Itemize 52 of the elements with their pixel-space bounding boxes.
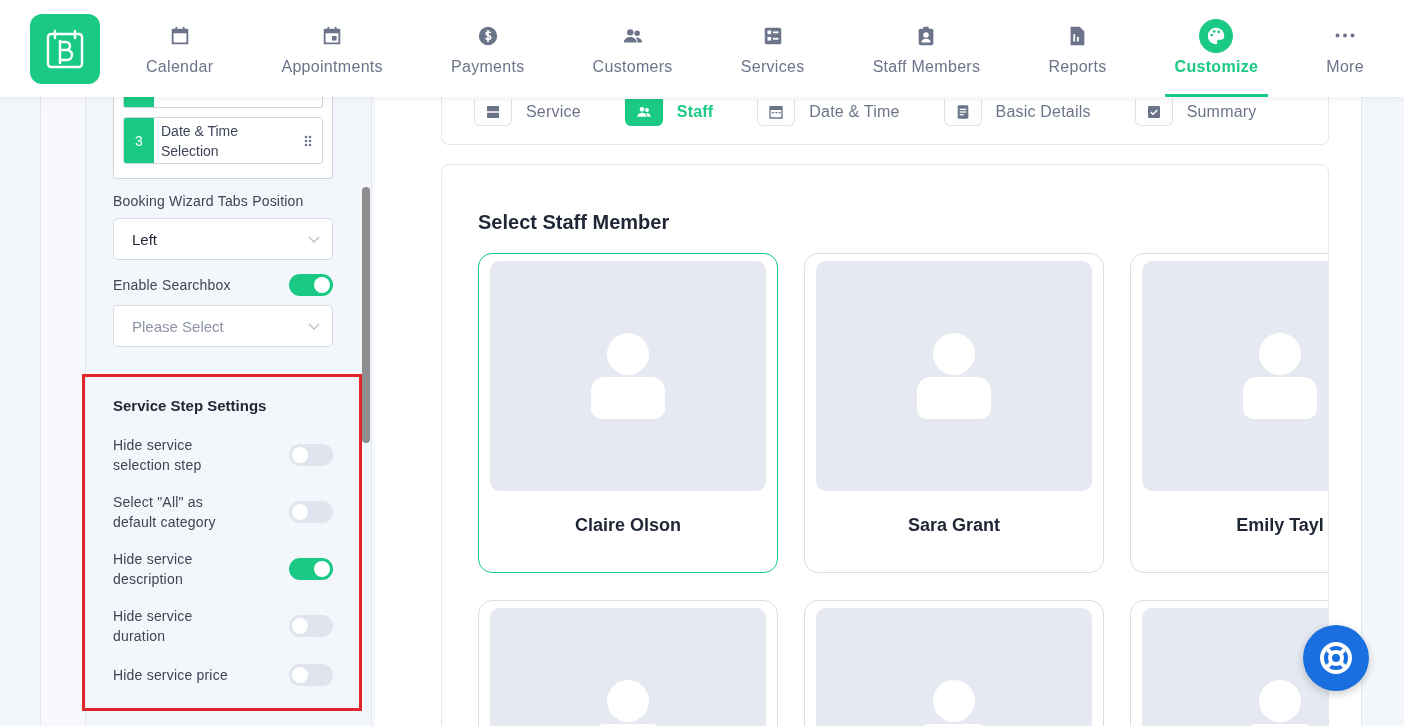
staff-card[interactable]: Emily Tayl xyxy=(1130,253,1328,573)
checkbox-icon xyxy=(1145,103,1162,120)
staff-card[interactable]: Claire Olson xyxy=(478,253,778,573)
toggle-label: Hide service duration xyxy=(113,606,194,646)
wizard-tab[interactable]: Service xyxy=(474,97,581,127)
nav-tab[interactable]: Customers xyxy=(582,0,683,97)
wizard-tab[interactable]: Basic Details xyxy=(943,97,1091,127)
person-icon xyxy=(591,333,665,419)
field-label: Booking Wizard Tabs Position xyxy=(113,193,305,209)
nav-tab[interactable]: Services xyxy=(730,0,815,97)
nav-tab[interactable]: Calendar xyxy=(136,0,224,97)
dots-icon xyxy=(1335,33,1356,38)
wizard-tab[interactable]: Date & Time xyxy=(757,97,900,127)
staff-name: Claire Olson xyxy=(574,515,682,536)
toggle-switch[interactable] xyxy=(289,557,333,580)
toggle-switch[interactable] xyxy=(289,443,333,466)
scrollbar[interactable] xyxy=(362,187,370,443)
chevron-down-icon xyxy=(308,235,320,243)
staff-name: Emily Tayl xyxy=(1235,515,1325,536)
toggle-label: Hide service description xyxy=(113,549,194,589)
server-icon xyxy=(485,103,501,120)
nav-tab[interactable]: Payments xyxy=(440,0,535,97)
lifebuoy-icon xyxy=(1318,640,1354,676)
search-select[interactable]: Please Select xyxy=(113,305,333,347)
toggle-switch[interactable] xyxy=(289,664,333,686)
step-number: 3 xyxy=(124,118,154,163)
logo-icon xyxy=(30,13,100,84)
nav-tab[interactable]: More xyxy=(1316,0,1374,97)
person-icon xyxy=(917,333,991,419)
toggle-switch[interactable] xyxy=(289,274,333,296)
nav-tab[interactable]: Appointments xyxy=(271,0,393,97)
toggle-switch[interactable] xyxy=(289,614,333,637)
chevron-down-icon xyxy=(308,322,320,330)
section-title: Select Staff Member xyxy=(478,210,671,235)
drag-handle-icon[interactable] xyxy=(304,134,312,147)
toggle-label: Hide service price xyxy=(113,666,229,685)
toggle-label: Select "All" as default category xyxy=(113,492,217,532)
toggle-label: Hide service selection step xyxy=(113,435,203,475)
step-label: Date & Time Selection xyxy=(160,121,240,161)
calendar-icon xyxy=(768,103,785,120)
section-title: Service Step Settings xyxy=(113,397,268,414)
person-icon xyxy=(1243,333,1317,419)
staff-card[interactable]: Sara Grant xyxy=(804,253,1104,573)
staff-name: Sara Grant xyxy=(906,515,1001,536)
dollar-icon xyxy=(476,24,499,47)
toggle-label: Enable Searchbox xyxy=(113,277,231,293)
nav-tab[interactable]: Reports xyxy=(1038,0,1117,97)
nav-tab[interactable]: Staff Members xyxy=(862,0,991,97)
toggle-switch[interactable] xyxy=(289,500,333,523)
position-select[interactable]: Left xyxy=(113,218,333,260)
step-item[interactable]: 3 Date & Time Selection xyxy=(123,117,323,164)
wizard-tab[interactable]: Summary xyxy=(1134,97,1257,127)
